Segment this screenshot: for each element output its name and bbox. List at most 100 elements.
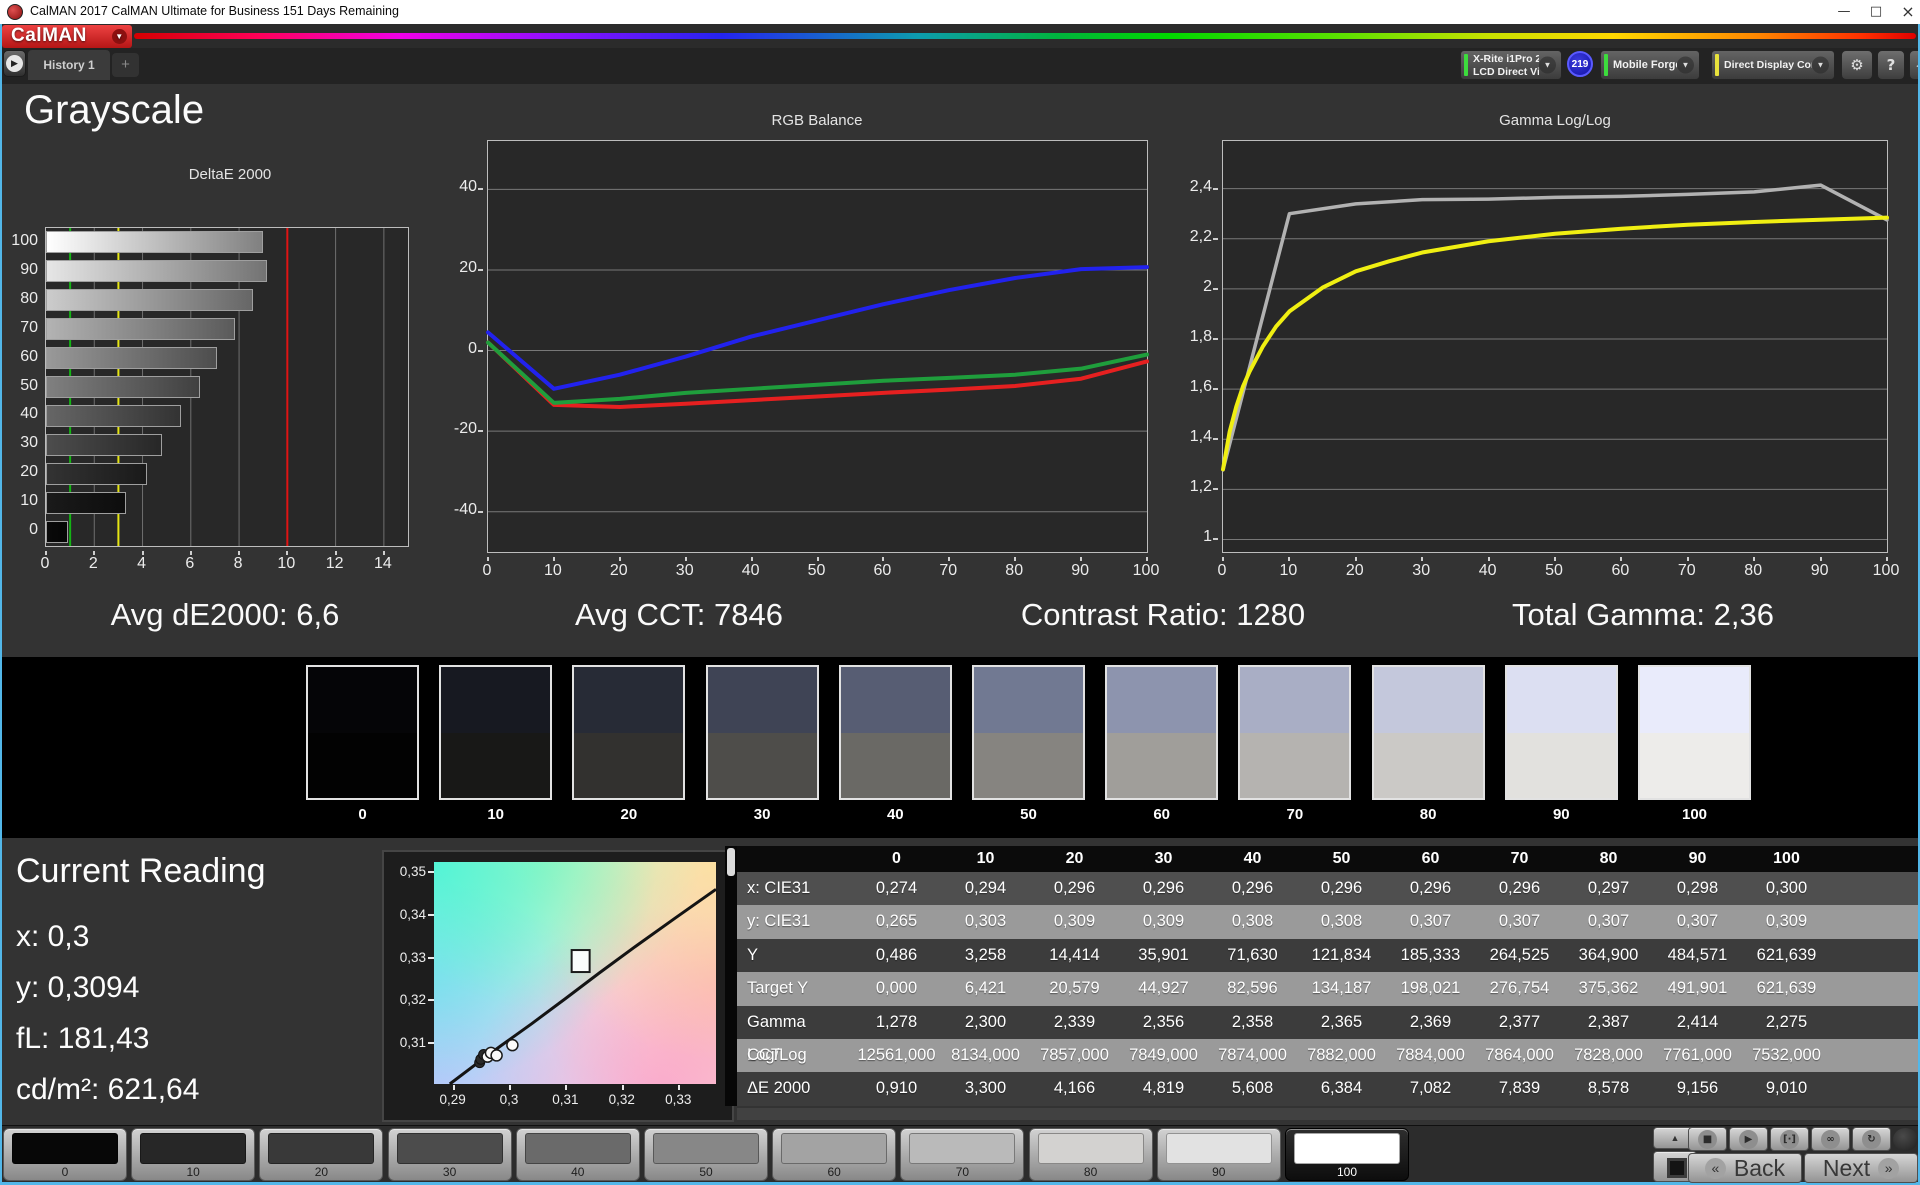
rgb-balance-chart xyxy=(486,140,1149,553)
back-label: Back xyxy=(1733,1154,1786,1181)
swatch-label: 0 xyxy=(358,806,367,823)
table-cell: 7884,000 xyxy=(1396,1045,1465,1064)
tick-mark xyxy=(1753,557,1756,561)
play-button[interactable]: ▶ xyxy=(1729,1127,1768,1151)
row-label: ΔE 2000 xyxy=(747,1079,811,1098)
patch-button-70[interactable]: 70 xyxy=(900,1128,1025,1181)
y-tick-label: 0 xyxy=(468,339,477,357)
table-cell: 2,358 xyxy=(1231,1012,1274,1031)
minimize-button[interactable]: — xyxy=(1828,0,1860,24)
y-tick-label: 2,2 xyxy=(1189,227,1212,245)
y-tick-label: 1 xyxy=(1203,528,1212,546)
refresh-button[interactable]: ↻ xyxy=(1852,1127,1891,1151)
table-cell: 7882,000 xyxy=(1307,1045,1376,1064)
x-tick-label: 70 xyxy=(939,562,958,579)
meter-dropdown[interactable]: X-Rite i1Pro 2 LCD Direct View ▼ xyxy=(1460,50,1562,80)
y-tick-label: -20 xyxy=(453,420,477,438)
table-cell: 6,421 xyxy=(964,979,1007,998)
y-tick-label: 1,6 xyxy=(1189,378,1212,396)
patch-button-40[interactable]: 40 xyxy=(515,1128,640,1181)
maximize-button[interactable]: □ xyxy=(1860,0,1892,24)
x-tick-label: 40 xyxy=(1478,562,1497,579)
continuous-button[interactable]: ∞ xyxy=(1811,1127,1850,1151)
patch-button-100[interactable]: 100 xyxy=(1285,1128,1409,1181)
tick-mark xyxy=(334,551,337,555)
patch-button-80[interactable]: 80 xyxy=(1028,1128,1153,1181)
table-row: ΔE 2000 0,910 3,300 4,166 4,819 5,608 6,384 7,0… xyxy=(737,1072,1920,1106)
tab-history-1[interactable]: History 1 xyxy=(28,50,110,80)
swatch-target xyxy=(840,732,950,798)
window-title: CalMAN 2017 CalMAN Ultimate for Business… xyxy=(30,4,399,18)
tick-mark xyxy=(1686,557,1689,561)
display-control-dropdown[interactable]: Direct Display Control ▼ xyxy=(1711,50,1835,80)
calman-logo-menu[interactable]: CalMAN ▼ xyxy=(2,25,132,48)
calman-window: CalMAN 2017 CalMAN Ultimate for Business… xyxy=(0,0,1920,1185)
x-tick-label: 0 xyxy=(1217,562,1227,579)
deltae-bar xyxy=(46,520,68,543)
table-cell: 276,754 xyxy=(1489,979,1550,998)
table-cell: 2,275 xyxy=(1765,1012,1808,1031)
table-cell: 2,369 xyxy=(1409,1012,1452,1031)
tick-mark xyxy=(141,551,144,555)
back-button[interactable]: « Back xyxy=(1688,1153,1802,1183)
swatch-target xyxy=(308,732,417,798)
table-column-header: 20 xyxy=(1065,850,1084,867)
patch-button-50[interactable]: 50 xyxy=(644,1128,768,1181)
swatch-100 xyxy=(1638,665,1751,800)
swatch-label: 60 xyxy=(1153,806,1171,823)
table-cell: 7849,000 xyxy=(1129,1045,1198,1064)
settings-button[interactable]: ⚙ xyxy=(1841,50,1873,80)
deltae-tick-label: 30 xyxy=(20,434,38,452)
contrast-ratio-stat: Contrast Ratio: 1280 xyxy=(1020,597,1306,632)
deltae-tick-label: 12 xyxy=(325,555,344,572)
tick-mark xyxy=(286,551,289,555)
gamma-chart-title: Gamma Log/Log xyxy=(1499,112,1611,129)
patch-button-20[interactable]: 20 xyxy=(259,1128,384,1181)
y-tick-label: 20 xyxy=(459,258,477,276)
table-column-header: 40 xyxy=(1243,850,1262,867)
single-measure-button[interactable]: [·] xyxy=(1770,1127,1809,1151)
patch-button-60[interactable]: 60 xyxy=(772,1128,897,1181)
x-tick-label: 100 xyxy=(1872,562,1900,579)
table-cell: 7864,000 xyxy=(1485,1045,1554,1064)
patch-button-0[interactable]: 0 xyxy=(3,1128,127,1181)
meter-count-badge[interactable]: 219 xyxy=(1567,51,1593,77)
patch-button-30[interactable]: 30 xyxy=(387,1128,512,1181)
help-button[interactable]: ? xyxy=(1877,50,1905,80)
next-button[interactable]: Next » xyxy=(1804,1153,1918,1183)
table-row: Gamma Log/Log 1,278 2,300 2,339 2,356 2,358 2,… xyxy=(737,1005,1920,1064)
patch-color xyxy=(1165,1133,1272,1164)
y-tick-label: 2,4 xyxy=(1189,177,1212,195)
close-button[interactable]: × xyxy=(1892,0,1920,24)
gamma-chart xyxy=(1221,140,1889,553)
table-cell: 198,021 xyxy=(1400,979,1461,998)
chevron-down-icon: ▼ xyxy=(1812,56,1829,74)
row-label: y: CIE31 xyxy=(747,912,811,931)
stop-button[interactable]: ■ xyxy=(1688,1127,1727,1151)
y-tick-label: 1,8 xyxy=(1189,327,1212,345)
table-cell: 134,187 xyxy=(1311,979,1372,998)
tick-mark xyxy=(1213,438,1218,441)
tick-mark xyxy=(1213,488,1218,491)
patch-label: 90 xyxy=(1212,1165,1226,1179)
refresh-icon: ↻ xyxy=(1862,1130,1881,1149)
deltae-tick-label: 80 xyxy=(20,289,38,307)
x-tick-label: 50 xyxy=(1545,562,1563,579)
source-dropdown[interactable]: Mobile Forge ▼ xyxy=(1600,50,1700,80)
tab-scroll-button[interactable]: ▶ xyxy=(3,50,26,77)
row-label: Target Y xyxy=(747,979,809,998)
swatch-target xyxy=(1373,732,1483,798)
table-cell: 364,900 xyxy=(1578,945,1639,964)
deltae-tick-label: 90 xyxy=(20,260,38,278)
patch-button-90[interactable]: 90 xyxy=(1156,1128,1281,1181)
continuous-icon: ∞ xyxy=(1821,1130,1840,1149)
table-column-header: 100 xyxy=(1773,850,1800,867)
swatch-actual xyxy=(308,667,417,733)
gamma-x-axis: 0 10 20 30 40 50 60 70 80 90 100 xyxy=(1218,557,1899,579)
table-cell: 484,571 xyxy=(1667,945,1728,964)
patch-button-10[interactable]: 10 xyxy=(131,1128,256,1181)
add-tab-button[interactable]: + xyxy=(112,53,139,77)
deltae-tick-label: 60 xyxy=(20,347,38,365)
table-scrollbar[interactable] xyxy=(727,848,735,876)
chevron-down-icon: ▼ xyxy=(112,29,127,44)
